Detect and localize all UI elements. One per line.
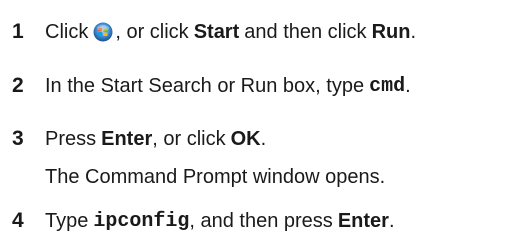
step-number: 4 bbox=[12, 209, 24, 232]
step-text-part: and then click bbox=[244, 20, 367, 43]
instruction-steps: 1 Click , or click Start and then click … bbox=[0, 0, 531, 245]
step-number: 1 bbox=[12, 20, 24, 43]
step-text: In the Start Search or Run box, type cmd… bbox=[45, 75, 411, 98]
step-text-part: . bbox=[410, 20, 417, 43]
step-text-part: . bbox=[260, 127, 267, 150]
step-text: Type ipconfig , and then press Enter . bbox=[45, 210, 395, 233]
step-number: 2 bbox=[12, 74, 24, 97]
ok-label: OK bbox=[230, 127, 261, 150]
enter-label: Enter bbox=[101, 127, 153, 150]
step-text-part: Press bbox=[45, 127, 97, 150]
windows-start-orb-icon bbox=[93, 22, 113, 42]
step-text-part: , and then press bbox=[189, 209, 333, 232]
step-text-part: . bbox=[388, 209, 395, 232]
step-text-part: In the Start Search or Run box, type bbox=[45, 74, 365, 97]
step-text-part: . bbox=[405, 74, 411, 97]
start-label: Start bbox=[193, 20, 240, 43]
command-code: cmd bbox=[369, 74, 406, 98]
step-3-note: The Command Prompt window opens. bbox=[45, 165, 386, 188]
step-text-part: Click bbox=[45, 20, 89, 43]
step-text-part: Type bbox=[45, 209, 89, 232]
step-text: Press Enter , or click OK . bbox=[45, 128, 266, 151]
step-text-part: , or click bbox=[115, 20, 189, 43]
command-code: ipconfig bbox=[93, 209, 190, 233]
step-text: Click , or click Start and then click Ru… bbox=[45, 21, 416, 44]
step-text-part: , or click bbox=[152, 127, 226, 150]
step-number: 3 bbox=[12, 127, 24, 150]
enter-label: Enter bbox=[337, 209, 389, 232]
run-label: Run bbox=[371, 20, 411, 43]
